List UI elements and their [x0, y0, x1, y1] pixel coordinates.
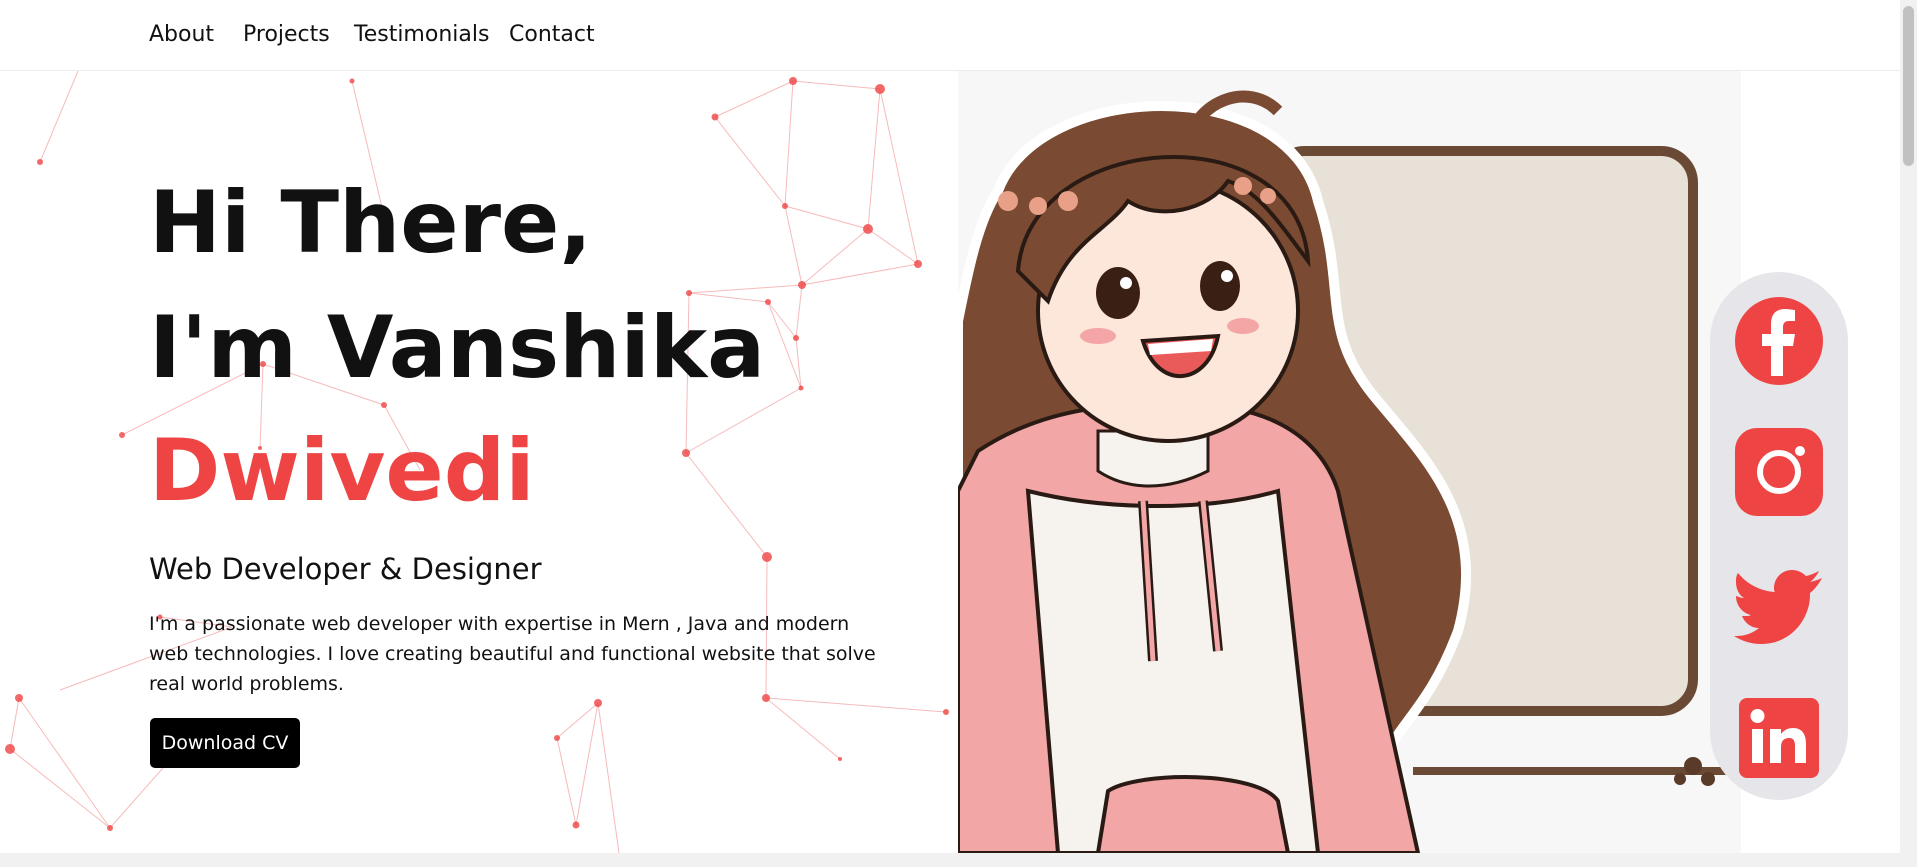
hero-greeting: Hi There, — [149, 173, 593, 273]
nav-link-about[interactable]: About — [149, 22, 214, 47]
twitter-icon[interactable] — [1734, 558, 1824, 648]
nav-link-projects[interactable]: Projects — [243, 22, 330, 47]
hero-description: I'm a passionate web developer with expe… — [149, 613, 876, 695]
instagram-icon[interactable] — [1734, 427, 1824, 517]
vertical-scrollbar[interactable] — [1900, 0, 1917, 867]
hero-role: Web Developer & Designer — [149, 552, 542, 586]
top-navbar: About Projects Testimonials Contact — [0, 0, 1900, 71]
facebook-icon[interactable] — [1734, 296, 1824, 386]
download-cv-button[interactable]: Download CV — [150, 718, 300, 768]
linkedin-icon[interactable] — [1734, 693, 1824, 783]
scrollbar-thumb[interactable] — [1903, 6, 1914, 166]
horizontal-scrollbar[interactable] — [0, 853, 1900, 867]
hero-surname: Dwivedi — [149, 421, 535, 521]
hero-name: I'm Vanshika — [149, 298, 766, 398]
nav-link-contact[interactable]: Contact — [509, 22, 595, 47]
character-illustration — [958, 71, 1741, 853]
social-links-panel — [1710, 272, 1848, 800]
nav-link-testimonials[interactable]: Testimonials — [354, 22, 489, 47]
